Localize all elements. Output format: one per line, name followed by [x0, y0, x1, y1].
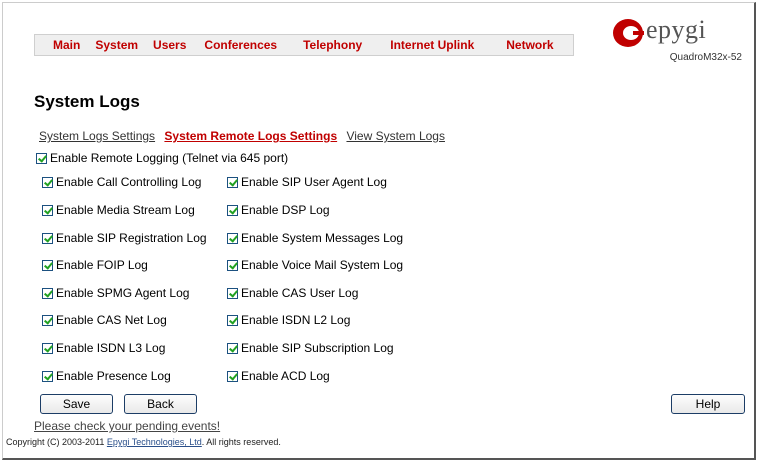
remote-logging-option: Enable Remote Logging (Telnet via 645 po… [36, 151, 288, 165]
log-option-label: Enable SPMG Agent Log [56, 286, 190, 300]
log-option-label: Enable CAS User Log [241, 286, 359, 300]
pending-events-link[interactable]: Please check your pending events! [34, 419, 220, 433]
nav-item-network[interactable]: Network [506, 38, 553, 52]
log-option-label: Enable ACD Log [241, 369, 330, 383]
log-option-label: Enable SIP Registration Log [56, 231, 207, 245]
log-option: Enable System Messages Log [227, 231, 403, 245]
log-option: Enable Call Controlling Log [42, 175, 201, 189]
cas-net-log-checkbox[interactable] [42, 314, 53, 326]
copyright-suffix: . All rights reserved. [201, 437, 281, 447]
system-messages-log-checkbox[interactable] [227, 232, 238, 244]
epygi-company-link[interactable]: Epygi Technologies, Ltd [107, 437, 202, 447]
log-option: Enable ACD Log [227, 369, 330, 383]
log-option: Enable CAS User Log [227, 286, 358, 300]
dsp-log-checkbox[interactable] [227, 204, 238, 216]
main-nav-bar: Main System Users Conferences Telephony … [34, 34, 574, 56]
page-title: System Logs [34, 92, 140, 111]
tab-system-remote-logs-settings[interactable]: System Remote Logs Settings [164, 129, 337, 143]
log-option-label: Enable Presence Log [56, 369, 171, 383]
log-option: Enable Presence Log [42, 369, 171, 383]
copyright-prefix: Copyright (C) 2003-2011 [6, 437, 107, 447]
isdn-l2-log-checkbox[interactable] [227, 314, 238, 326]
log-option: Enable SIP Subscription Log [227, 341, 394, 355]
tab-view-system-logs[interactable]: View System Logs [346, 129, 445, 143]
isdn-l3-log-checkbox[interactable] [42, 342, 53, 354]
log-option-label: Enable Voice Mail System Log [241, 258, 404, 272]
media-stream-log-checkbox[interactable] [42, 204, 53, 216]
epygi-logo: epygi QuadroM32x-52 [612, 15, 748, 64]
logo-wordmark: epygi [646, 15, 707, 44]
log-option: Enable ISDN L3 Log [42, 341, 165, 355]
log-option: Enable Voice Mail System Log [227, 258, 403, 272]
log-option-label: Enable ISDN L3 Log [56, 341, 166, 355]
sip-registration-log-checkbox[interactable] [42, 232, 53, 244]
nav-item-users[interactable]: Users [153, 38, 186, 52]
help-button[interactable]: Help [671, 394, 745, 414]
spmg-agent-log-checkbox[interactable] [42, 287, 53, 299]
sub-tabs: System Logs Settings System Remote Logs … [39, 129, 451, 143]
log-option-label: Enable System Messages Log [241, 231, 404, 245]
acd-log-checkbox[interactable] [227, 370, 238, 382]
log-option-label: Enable CAS Net Log [56, 313, 167, 327]
cas-user-log-checkbox[interactable] [227, 287, 238, 299]
log-option-label: Enable Media Stream Log [56, 203, 195, 217]
epygi-logo-icon [613, 19, 644, 47]
log-option-label: Enable ISDN L2 Log [241, 313, 351, 327]
log-option: Enable Media Stream Log [42, 203, 195, 217]
sip-user-agent-log-checkbox[interactable] [227, 176, 238, 188]
foip-log-checkbox[interactable] [42, 259, 53, 271]
log-option-label: Enable Call Controlling Log [56, 175, 202, 189]
presence-log-checkbox[interactable] [42, 370, 53, 382]
nav-item-conferences[interactable]: Conferences [204, 38, 277, 52]
log-option-label: Enable SIP User Agent Log [241, 175, 387, 189]
nav-item-main[interactable]: Main [53, 38, 80, 52]
log-option-label: Enable FOIP Log [56, 258, 148, 272]
log-option: Enable ISDN L2 Log [227, 313, 350, 327]
voice-mail-system-log-checkbox[interactable] [227, 259, 238, 271]
tab-system-logs-settings[interactable]: System Logs Settings [39, 129, 155, 143]
remote-logging-label: Enable Remote Logging (Telnet via 645 po… [50, 151, 289, 165]
back-button[interactable]: Back [124, 394, 197, 414]
log-option: Enable CAS Net Log [42, 313, 167, 327]
nav-item-internet-uplink[interactable]: Internet Uplink [390, 38, 474, 52]
copyright-footer: Copyright (C) 2003-2011 Epygi Technologi… [6, 437, 281, 447]
nav-item-system[interactable]: System [95, 38, 138, 52]
log-option: Enable SIP User Agent Log [227, 175, 387, 189]
log-option-label: Enable DSP Log [241, 203, 330, 217]
device-model: QuadroM32x-52 [669, 52, 742, 63]
log-option: Enable DSP Log [227, 203, 330, 217]
log-option-label: Enable SIP Subscription Log [241, 341, 394, 355]
log-option: Enable SIP Registration Log [42, 231, 207, 245]
call-controlling-log-checkbox[interactable] [42, 176, 53, 188]
log-option: Enable SPMG Agent Log [42, 286, 189, 300]
save-button[interactable]: Save [40, 394, 113, 414]
remote-logging-checkbox[interactable] [36, 152, 47, 164]
nav-item-telephony[interactable]: Telephony [303, 38, 362, 52]
sip-subscription-log-checkbox[interactable] [227, 342, 238, 354]
log-option: Enable FOIP Log [42, 258, 148, 272]
